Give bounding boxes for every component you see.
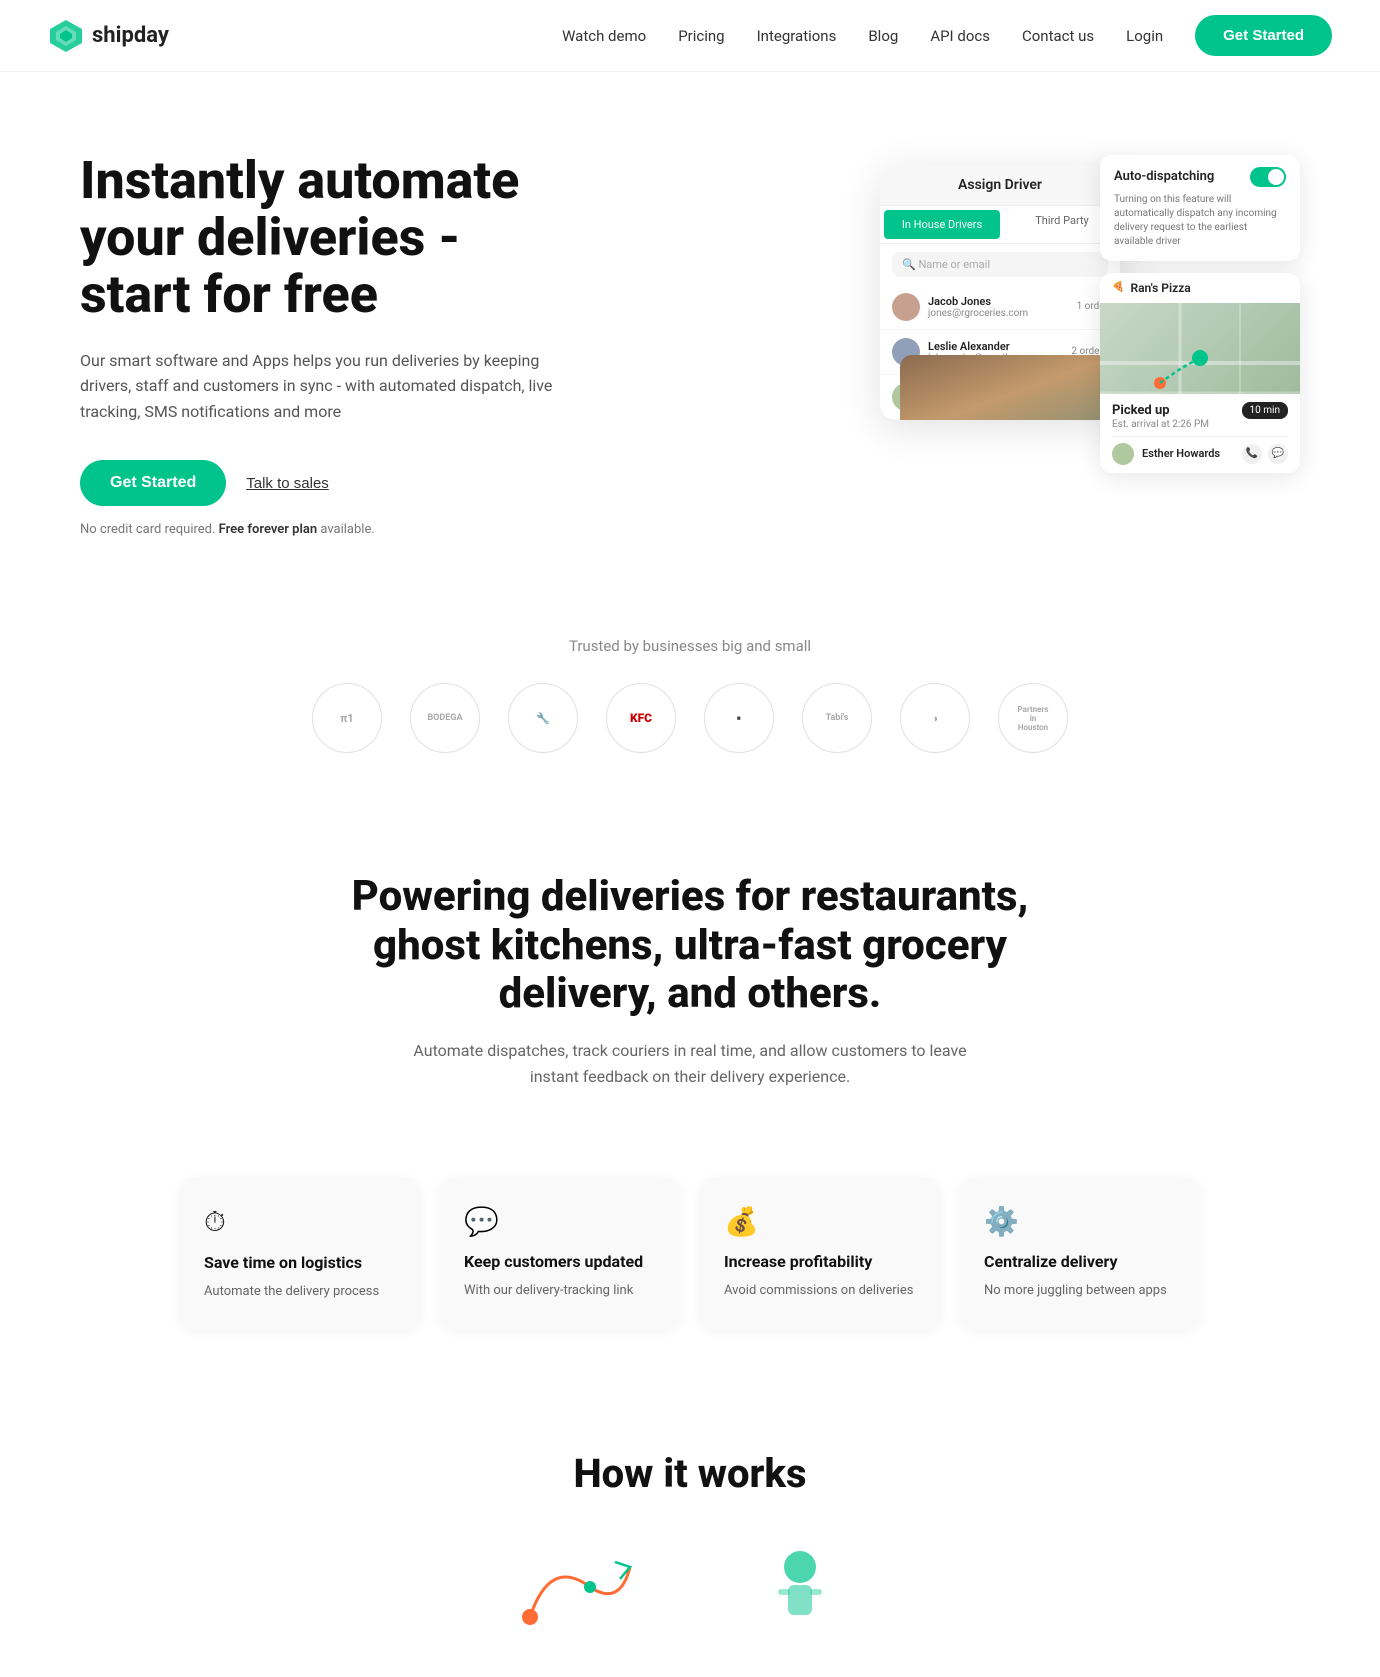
logos-row: π1 BODEGA 🔧 KFC ▪️ Tabi's ◑ PartnersinHo… bbox=[40, 683, 1340, 753]
feature-card-2: 💰 Increase profitability Avoid commissio… bbox=[700, 1177, 940, 1330]
logo-4: ▪️ bbox=[704, 683, 774, 753]
feature-title-0: Save time on logistics bbox=[204, 1253, 396, 1272]
driver-name-1: Leslie Alexander bbox=[928, 340, 1063, 353]
hero-title: Instantly automate your deliveries - sta… bbox=[80, 152, 580, 324]
driver-avatar-0 bbox=[892, 293, 920, 321]
pizza-logo: 🍕 bbox=[1112, 282, 1124, 293]
feature-title-2: Increase profitability bbox=[724, 1252, 916, 1271]
hero-section: Instantly automate your deliveries - sta… bbox=[0, 72, 1380, 597]
feature-title-1: Keep customers updated bbox=[464, 1252, 656, 1271]
nav-api-docs[interactable]: API docs bbox=[930, 27, 990, 45]
how-visuals bbox=[80, 1537, 1300, 1637]
driver-photo bbox=[900, 355, 1110, 420]
powering-title: Powering deliveries for restaurants, gho… bbox=[340, 873, 1040, 1018]
map-panel: 🍕 Ran's Pizza bbox=[1100, 273, 1300, 473]
nav-pricing[interactable]: Pricing bbox=[678, 27, 724, 45]
feature-card-1: 💬 Keep customers updated With our delive… bbox=[440, 1177, 680, 1330]
assign-driver-title: Assign Driver bbox=[880, 165, 1120, 206]
map-pickup: Picked up 10 min Est. arrival at 2:26 PM… bbox=[1100, 394, 1300, 473]
driver-search[interactable]: 🔍 Name or email bbox=[892, 252, 1108, 277]
feature-card-0: ⏱ Save time on logistics Automate the de… bbox=[180, 1177, 420, 1330]
feature-icon-0: ⏱ bbox=[204, 1205, 396, 1239]
feature-desc-3: No more juggling between apps bbox=[984, 1281, 1176, 1301]
how-graphic-0 bbox=[510, 1537, 650, 1637]
nav-links: Watch demo Pricing Integrations Blog API… bbox=[562, 15, 1332, 56]
logo-2: 🔧 bbox=[508, 683, 578, 753]
driver-name-0: Jacob Jones bbox=[928, 295, 1069, 308]
map-place: Ran's Pizza bbox=[1130, 281, 1190, 295]
pickup-badge: 10 min bbox=[1242, 402, 1288, 419]
feature-card-3: ⚙️ Centralize delivery No more juggling … bbox=[960, 1177, 1200, 1330]
driver-row-0: Jacob Jones jones@rgroceries.com 1 order bbox=[880, 285, 1120, 330]
hero-talk-to-sales-button[interactable]: Talk to sales bbox=[246, 475, 329, 492]
how-it-works-section: How it works bbox=[0, 1390, 1380, 1677]
assign-driver-card: Assign Driver In House Drivers Third Par… bbox=[880, 165, 1120, 420]
feature-desc-1: With our delivery-tracking link bbox=[464, 1281, 656, 1301]
how-item-0 bbox=[510, 1537, 650, 1637]
powering-subtitle: Automate dispatches, track couriers in r… bbox=[410, 1038, 970, 1089]
nav-login[interactable]: Login bbox=[1126, 27, 1163, 45]
nav-get-started-button[interactable]: Get Started bbox=[1195, 15, 1332, 56]
trusted-label: Trusted by businesses big and small bbox=[40, 637, 1340, 655]
logo-5: Tabi's bbox=[802, 683, 872, 753]
autodispatch-desc: Turning on this feature will automatical… bbox=[1114, 193, 1286, 249]
how-item-1 bbox=[730, 1537, 870, 1637]
logo[interactable]: shipday bbox=[48, 18, 169, 54]
trusted-section: Trusted by businesses big and small π1 B… bbox=[0, 597, 1380, 813]
nav-blog[interactable]: Blog bbox=[868, 27, 898, 45]
logo-icon bbox=[48, 18, 84, 54]
hero-buttons: Get Started Talk to sales bbox=[80, 460, 580, 506]
logo-0: π1 bbox=[312, 683, 382, 753]
tab-in-house[interactable]: In House Drivers bbox=[884, 210, 1000, 239]
feature-cards: ⏱ Save time on logistics Automate the de… bbox=[140, 1177, 1240, 1390]
map-driver-avatar bbox=[1112, 443, 1134, 465]
navbar: shipday Watch demo Pricing Integrations … bbox=[0, 0, 1380, 72]
feature-icon-1: 💬 bbox=[464, 1205, 656, 1238]
driver-email-0: jones@rgroceries.com bbox=[928, 308, 1069, 319]
feature-desc-2: Avoid commissions on deliveries bbox=[724, 1281, 916, 1301]
how-graphic-1 bbox=[730, 1537, 870, 1637]
message-icon[interactable]: 💬 bbox=[1268, 444, 1288, 464]
right-panel: Auto-dispatching Turning on this feature… bbox=[1100, 155, 1300, 473]
map-driver-row: Esther Howards 📞 💬 bbox=[1112, 436, 1288, 465]
powering-section: Powering deliveries for restaurants, gho… bbox=[0, 813, 1380, 1177]
nav-integrations[interactable]: Integrations bbox=[757, 27, 837, 45]
how-title: How it works bbox=[80, 1450, 1300, 1497]
nav-watch-demo[interactable]: Watch demo bbox=[562, 27, 646, 45]
assign-driver-tabs: In House Drivers Third Party bbox=[880, 206, 1120, 244]
hero-content: Instantly automate your deliveries - sta… bbox=[80, 152, 580, 537]
logo-1: BODEGA bbox=[410, 683, 480, 753]
logo-text: shipday bbox=[92, 23, 169, 48]
call-icon[interactable]: 📞 bbox=[1242, 444, 1262, 464]
hero-get-started-button[interactable]: Get Started bbox=[80, 460, 226, 506]
feature-icon-3: ⚙️ bbox=[984, 1205, 1176, 1238]
autodispatch-toggle[interactable] bbox=[1250, 167, 1286, 187]
feature-title-3: Centralize delivery bbox=[984, 1252, 1176, 1271]
hero-visual: Assign Driver In House Drivers Third Par… bbox=[880, 155, 1300, 535]
logo-7: PartnersinHouston bbox=[998, 683, 1068, 753]
autodispatch-panel: Auto-dispatching Turning on this feature… bbox=[1100, 155, 1300, 261]
pickup-sub: Est. arrival at 2:26 PM bbox=[1112, 419, 1288, 430]
nav-contact-us[interactable]: Contact us bbox=[1022, 27, 1094, 45]
logo-6: ◑ bbox=[900, 683, 970, 753]
autodispatch-label: Auto-dispatching bbox=[1114, 169, 1214, 184]
logo-3: KFC bbox=[606, 683, 676, 753]
hero-subtitle: Our smart software and Apps helps you ru… bbox=[80, 348, 580, 425]
hero-note: No credit card required. Free forever pl… bbox=[80, 522, 580, 537]
feature-desc-0: Automate the delivery process bbox=[204, 1282, 396, 1302]
pickup-label: Picked up bbox=[1112, 403, 1170, 418]
feature-icon-2: 💰 bbox=[724, 1205, 916, 1238]
map-driver-name: Esther Howards bbox=[1142, 447, 1220, 460]
